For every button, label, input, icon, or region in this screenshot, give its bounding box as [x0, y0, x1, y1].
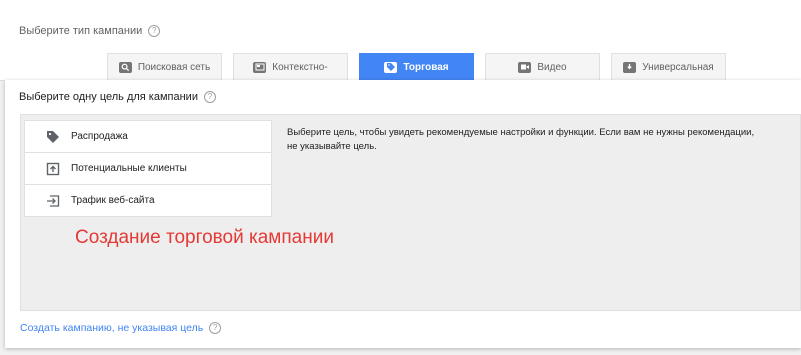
goal-hint: Выберите цель, чтобы увидеть рекомендуем…: [287, 127, 755, 152]
goal-item-label: Потенциальные клиенты: [71, 163, 187, 174]
footer-link-label: Создать кампанию, не указывая цель: [20, 322, 204, 334]
tag-icon: [45, 129, 61, 145]
search-icon: [118, 61, 132, 73]
goal-card: Выберите одну цель для кампании ? Распро…: [5, 80, 801, 348]
download-icon: [623, 61, 637, 73]
video-icon: [518, 61, 532, 73]
display-icon: [253, 61, 267, 73]
campaign-type-label: Выберите тип кампании: [19, 25, 143, 37]
tab-search[interactable]: Поисковая сеть: [107, 53, 222, 80]
tab-label: Универсальная: [642, 61, 714, 73]
goal-label: Выберите одну цель для кампании: [19, 91, 198, 103]
tab-universal[interactable]: Универсальная: [611, 53, 726, 80]
campaign-type-heading: Выберите тип кампании ?: [19, 25, 161, 37]
leads-icon: [45, 161, 61, 177]
goal-area: Распродажа Потенциальные клиенты Трафик …: [20, 114, 801, 311]
website-traffic-icon: [45, 193, 61, 209]
tab-shopping[interactable]: Торговая: [359, 53, 474, 80]
overlay-title: Создание торговой кампании: [75, 227, 334, 248]
goal-item-label: Трафик веб-сайта: [71, 195, 155, 206]
help-icon[interactable]: ?: [148, 25, 161, 37]
tab-label: Поисковая сеть: [137, 61, 211, 73]
goal-heading: Выберите одну цель для кампании ?: [19, 91, 216, 103]
tab-label: Видео: [537, 61, 567, 73]
tab-video[interactable]: Видео: [485, 53, 600, 80]
create-without-goal-link[interactable]: Создать кампанию, не указывая цель ?: [20, 322, 222, 334]
tag-icon: [384, 61, 398, 73]
goal-item-label: Распродажа: [71, 131, 128, 142]
help-icon[interactable]: ?: [203, 91, 216, 103]
goal-item-leads[interactable]: Потенциальные клиенты: [25, 153, 271, 185]
campaign-type-panel: Выберите тип кампании ? Поисковая сеть К…: [0, 0, 801, 81]
goal-item-website-traffic[interactable]: Трафик веб-сайта: [25, 185, 271, 216]
tab-label: Торговая: [403, 61, 449, 73]
tab-label: Контекстно-: [272, 61, 328, 73]
tab-display[interactable]: Контекстно-: [233, 53, 348, 80]
help-icon[interactable]: ?: [209, 322, 222, 334]
goal-list: Распродажа Потенциальные клиенты Трафик …: [24, 120, 272, 217]
goal-item-sales[interactable]: Распродажа: [25, 121, 271, 153]
